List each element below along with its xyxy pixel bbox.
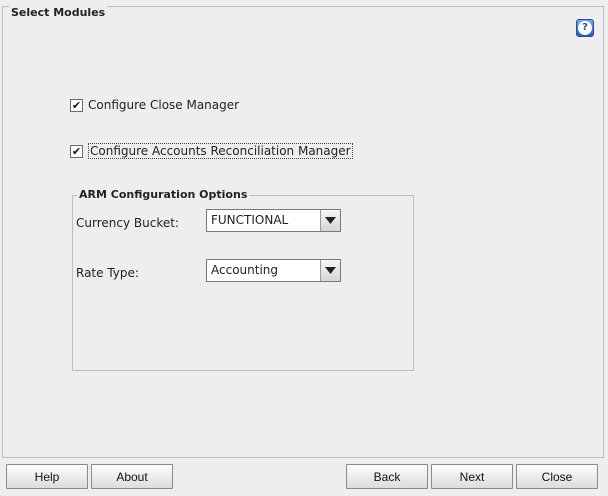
- help-button[interactable]: Help: [6, 464, 88, 489]
- dropdown-arrow-icon[interactable]: [320, 210, 340, 231]
- rate-type-label: Rate Type:: [76, 266, 139, 280]
- back-button[interactable]: Back: [346, 464, 428, 489]
- currency-bucket-label: Currency Bucket:: [76, 216, 179, 230]
- arm-group-title: ARM Configuration Options: [77, 188, 250, 201]
- about-button[interactable]: About: [91, 464, 173, 489]
- rate-type-value: Accounting: [211, 263, 279, 277]
- close-button[interactable]: Close: [516, 464, 598, 489]
- help-icon[interactable]: ?: [576, 19, 594, 37]
- help-question-glyph: ?: [578, 21, 592, 35]
- panel-title: Select Modules: [9, 6, 108, 19]
- next-button[interactable]: Next: [431, 464, 513, 489]
- checkmark-icon: ✔: [71, 144, 82, 158]
- close-manager-label: Configure Close Manager: [88, 98, 240, 112]
- currency-bucket-value: FUNCTIONAL: [211, 213, 289, 227]
- checkmark-icon: ✔: [71, 98, 82, 112]
- close-manager-checkbox-row[interactable]: ✔ Configure Close Manager: [70, 98, 239, 112]
- arm-checkbox[interactable]: ✔: [70, 144, 83, 158]
- arm-label: Configure Accounts Reconciliation Manage…: [88, 143, 353, 159]
- arm-checkbox-row[interactable]: ✔ Configure Accounts Reconciliation Mana…: [70, 143, 353, 159]
- rate-type-dropdown[interactable]: Accounting: [206, 259, 341, 282]
- close-manager-checkbox[interactable]: ✔: [70, 98, 83, 112]
- currency-bucket-dropdown[interactable]: FUNCTIONAL: [206, 209, 341, 232]
- dropdown-arrow-icon[interactable]: [320, 260, 340, 281]
